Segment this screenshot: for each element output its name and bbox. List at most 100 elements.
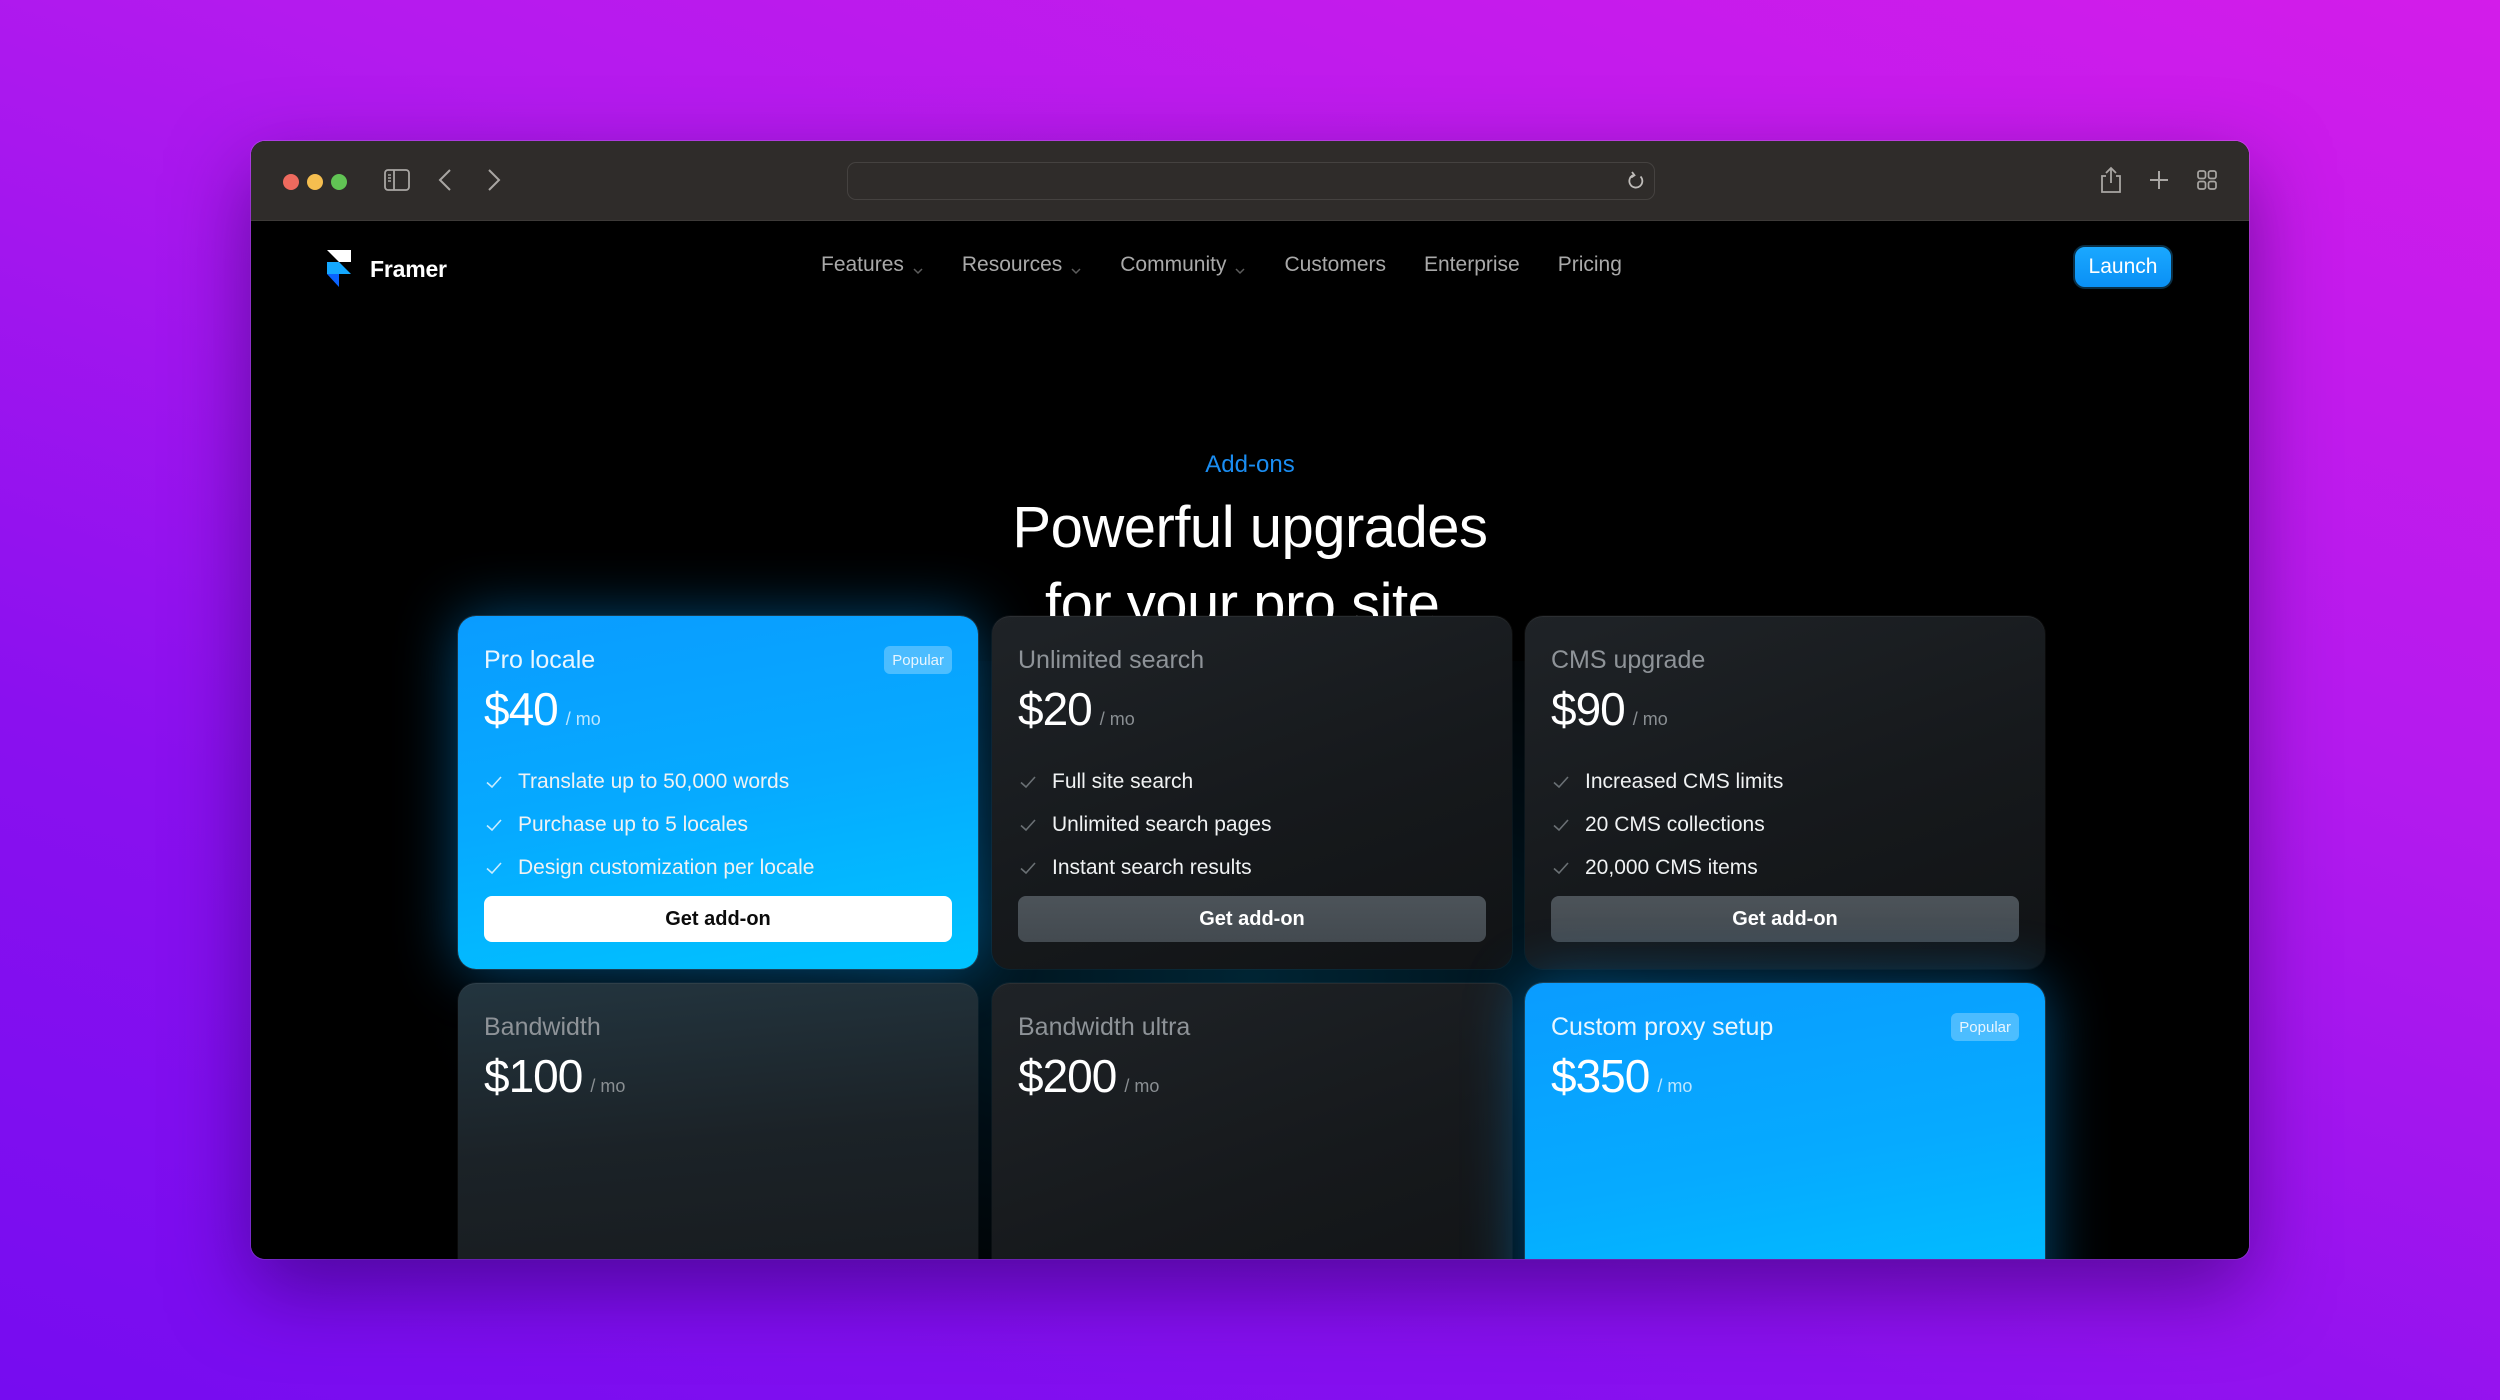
get-addon-button[interactable]: Get add-on	[1018, 896, 1486, 942]
popular-badge: Popular	[1951, 1013, 2019, 1041]
addon-price: $40	[484, 683, 559, 735]
addon-card-unlimited-search: Unlimited search $20 / mo Full site search U…	[992, 616, 1512, 969]
addon-title: Pro locale	[484, 646, 596, 674]
addon-card-bandwidth-ultra: Bandwidth ultra $200 / mo	[992, 983, 1512, 1259]
price-row: $350 / mo	[1551, 1049, 2019, 1103]
price-row: $200 / mo	[1018, 1049, 1486, 1103]
minimize-window-button[interactable]	[307, 174, 323, 190]
check-icon	[1018, 858, 1038, 878]
price-period: / mo	[1657, 1076, 1693, 1096]
zoom-window-button[interactable]	[331, 174, 347, 190]
framer-logo-icon	[326, 250, 352, 288]
chevron-down-icon	[1234, 259, 1246, 275]
feature-list: Full site search Unlimited search pages In…	[1018, 760, 1486, 889]
price-row: $90 / mo	[1551, 682, 2019, 736]
price-row: $40 / mo	[484, 682, 952, 736]
price-period: / mo	[590, 1076, 626, 1096]
feature-list: Increased CMS limits 20 CMS collections 20…	[1551, 760, 2019, 889]
check-icon	[1551, 815, 1571, 835]
nav-item-features[interactable]: Features	[821, 253, 924, 277]
feature-item: Purchase up to 5 locales	[484, 803, 952, 846]
price-period: / mo	[1099, 709, 1135, 729]
feature-item: Translate up to 50,000 words	[484, 760, 952, 803]
check-icon	[484, 772, 504, 792]
nav-item-customers[interactable]: Customers	[1284, 253, 1386, 277]
nav-item-resources[interactable]: Resources	[962, 253, 1082, 277]
reload-icon[interactable]	[1626, 171, 1646, 191]
addon-price: $200	[1018, 1050, 1117, 1102]
feature-text: Full site search	[1052, 769, 1194, 793]
price-row: $20 / mo	[1018, 682, 1486, 736]
get-addon-button[interactable]: Get add-on	[1551, 896, 2019, 942]
feature-text: Design customization per locale	[518, 855, 815, 879]
check-icon	[484, 815, 504, 835]
feature-list: Translate up to 50,000 words Purchase up …	[484, 760, 952, 889]
nav-item-label: Customers	[1284, 253, 1386, 276]
popular-badge: Popular	[884, 646, 952, 674]
back-icon[interactable]	[435, 167, 455, 193]
addon-title: Unlimited search	[1018, 646, 1205, 674]
address-bar[interactable]	[847, 162, 1655, 200]
feature-item: Unlimited search pages	[1018, 803, 1486, 846]
addon-card-cms-upgrade: CMS upgrade $90 / mo Increased CMS limits 20…	[1525, 616, 2045, 969]
section-eyebrow: Add-ons	[1205, 451, 1295, 478]
chevron-down-icon	[1070, 259, 1082, 275]
browser-window: Framer Features Resources Community Custome…	[251, 141, 2249, 1259]
feature-text: 20,000 CMS items	[1585, 855, 1758, 879]
feature-item: Full site search	[1018, 760, 1486, 803]
feature-text: Increased CMS limits	[1585, 769, 1784, 793]
addon-price: $20	[1018, 683, 1093, 735]
brand-name: Framer	[370, 255, 447, 282]
sidebar-icon[interactable]	[384, 169, 410, 191]
feature-item: Design customization per locale	[484, 846, 952, 889]
main-nav: Features Resources Community Customers Enter…	[821, 253, 1622, 277]
tab-overview-icon[interactable]	[2195, 168, 2219, 192]
feature-item: 20,000 CMS items	[1551, 846, 2019, 889]
check-icon	[1018, 815, 1038, 835]
browser-toolbar	[251, 141, 2249, 221]
addon-title: Custom proxy setup	[1551, 1013, 1774, 1041]
feature-item: 20 CMS collections	[1551, 803, 2019, 846]
price-row: $100 / mo	[484, 1049, 952, 1103]
addon-price: $90	[1551, 683, 1626, 735]
get-addon-button[interactable]: Get add-on	[484, 896, 952, 942]
feature-text: Unlimited search pages	[1052, 812, 1272, 836]
framer-logo-link[interactable]: Framer	[326, 250, 447, 288]
nav-item-community[interactable]: Community	[1120, 253, 1246, 277]
new-tab-icon[interactable]	[2147, 168, 2171, 192]
nav-item-label: Community	[1120, 253, 1227, 276]
feature-text: 20 CMS collections	[1585, 812, 1765, 836]
addon-price: $350	[1551, 1050, 1650, 1102]
price-period: / mo	[1632, 709, 1668, 729]
section-title-line-1: Powerful upgrades	[1012, 495, 1488, 560]
addon-card-pro-locale: Pro locale Popular $40 / mo Translate up to …	[458, 616, 978, 969]
check-icon	[1018, 772, 1038, 792]
addon-title: Bandwidth ultra	[1018, 1013, 1191, 1041]
web-page: Framer Features Resources Community Custome…	[251, 221, 2249, 1259]
nav-item-label: Enterprise	[1424, 253, 1520, 276]
addon-price: $100	[484, 1050, 583, 1102]
addon-card-bandwidth: Bandwidth $100 / mo	[458, 983, 978, 1259]
nav-item-pricing[interactable]: Pricing	[1558, 253, 1622, 277]
nav-item-label: Pricing	[1557, 253, 1622, 276]
addon-title: CMS upgrade	[1551, 646, 1706, 674]
feature-item: Instant search results	[1018, 846, 1486, 889]
nav-item-label: Resources	[961, 253, 1063, 276]
check-icon	[1551, 772, 1571, 792]
share-icon[interactable]	[2099, 166, 2123, 194]
feature-item: Increased CMS limits	[1551, 760, 2019, 803]
addon-card-custom-proxy-setup: Custom proxy setup Popular $350 / mo	[1525, 983, 2045, 1259]
addon-title: Bandwidth	[484, 1013, 601, 1041]
close-window-button[interactable]	[283, 174, 299, 190]
nav-item-enterprise[interactable]: Enterprise	[1424, 253, 1520, 277]
check-icon	[1551, 858, 1571, 878]
feature-text: Instant search results	[1052, 855, 1252, 879]
check-icon	[484, 858, 504, 878]
forward-icon[interactable]	[484, 167, 504, 193]
chevron-down-icon	[912, 259, 924, 275]
nav-item-label: Features	[821, 253, 904, 276]
feature-text: Translate up to 50,000 words	[518, 769, 790, 793]
launch-button[interactable]: Launch	[2073, 245, 2173, 289]
price-period: / mo	[565, 709, 601, 729]
price-period: / mo	[1124, 1076, 1160, 1096]
